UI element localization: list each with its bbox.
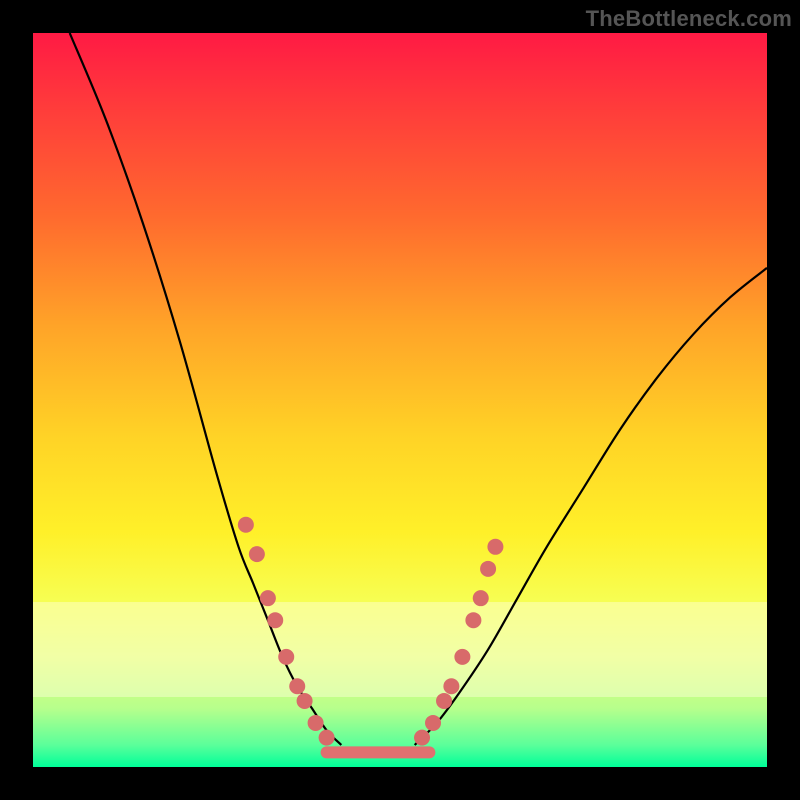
chart-frame: TheBottleneck.com: [0, 0, 800, 800]
marker-dot: [443, 678, 459, 694]
marker-dot: [319, 730, 335, 746]
marker-dot: [414, 730, 430, 746]
marker-dot: [289, 678, 305, 694]
marker-dot: [465, 612, 481, 628]
marker-dot: [473, 590, 489, 606]
marker-dot: [425, 715, 441, 731]
marker-dot: [487, 539, 503, 555]
watermark-text: TheBottleneck.com: [586, 6, 792, 32]
curves-svg: [33, 33, 767, 767]
marker-dot: [278, 649, 294, 665]
marker-dot: [436, 693, 452, 709]
marker-dot: [454, 649, 470, 665]
marker-dot: [260, 590, 276, 606]
marker-dot: [267, 612, 283, 628]
marker-dots: [238, 517, 504, 746]
marker-dot: [249, 546, 265, 562]
marker-dot: [238, 517, 254, 533]
left-curve: [70, 33, 342, 745]
marker-dot: [308, 715, 324, 731]
right-curve: [415, 268, 767, 745]
marker-dot: [480, 561, 496, 577]
marker-dot: [297, 693, 313, 709]
